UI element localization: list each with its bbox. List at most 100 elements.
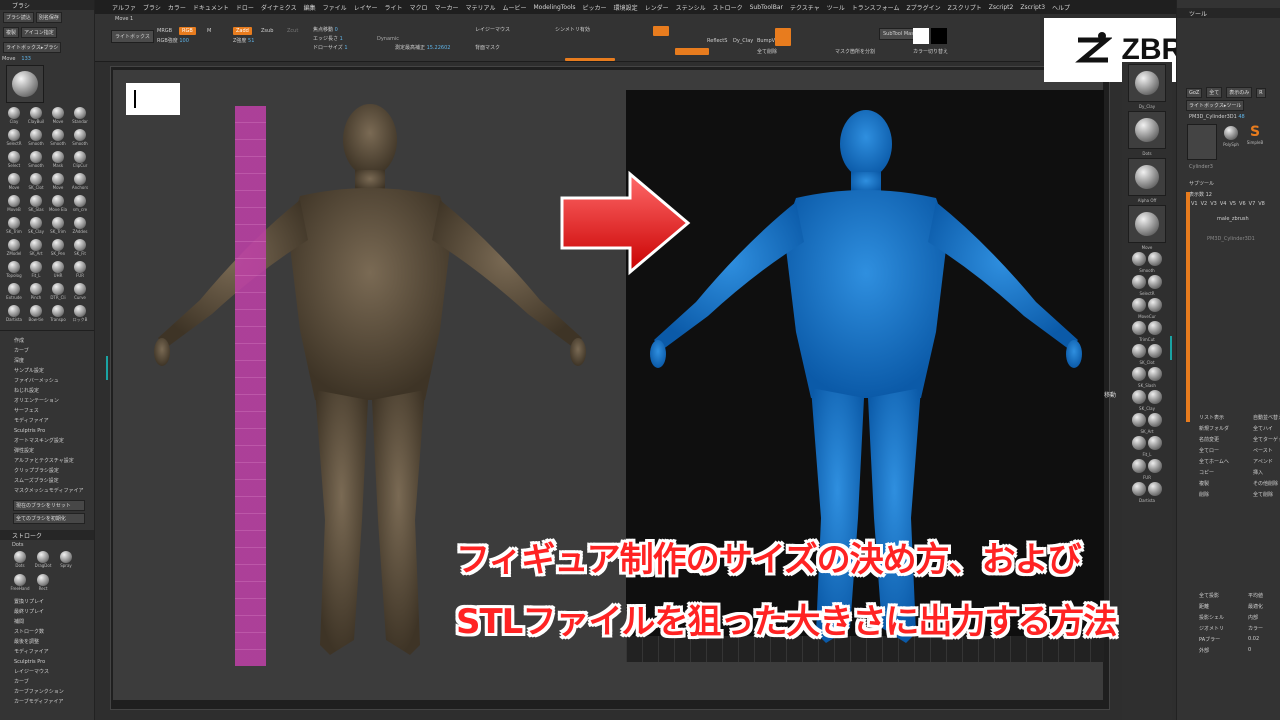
- subtool-bottom-left[interactable]: PAブラー: [1187, 634, 1236, 645]
- right-brush-small[interactable]: [1132, 413, 1146, 427]
- subtool-action-right[interactable]: 全て削除: [1241, 489, 1280, 500]
- menu-item[interactable]: アルファ: [112, 3, 136, 12]
- menu-item[interactable]: Zプラグイン: [906, 3, 940, 12]
- right-brush-small[interactable]: [1132, 321, 1146, 335]
- subtool-action-right[interactable]: 挿入: [1241, 467, 1280, 478]
- orange-tool-button[interactable]: [775, 28, 791, 46]
- menu-item[interactable]: SubToolBar: [750, 4, 783, 11]
- tool-thumb-cylinder[interactable]: [1187, 124, 1217, 160]
- stroke-submenu-item[interactable]: レイジーマウス: [14, 667, 94, 677]
- right-brush-small[interactable]: [1132, 298, 1146, 312]
- brush-item[interactable]: Dartista: [4, 305, 24, 325]
- right-brush-small[interactable]: [1132, 436, 1146, 450]
- clone-brush-button[interactable]: 複製: [3, 27, 20, 38]
- stroke-palette-header[interactable]: ストローク: [0, 530, 94, 540]
- brush-item[interactable]: Select: [4, 151, 24, 171]
- current-brush-thumbnail[interactable]: [6, 65, 44, 103]
- right-brush-small[interactable]: [1132, 344, 1146, 358]
- brush-item[interactable]: MoveB: [4, 195, 24, 215]
- menu-item[interactable]: ModelingTools: [533, 4, 575, 11]
- set-icon-button[interactable]: アイコン指定: [21, 27, 57, 38]
- brush-submenu-item[interactable]: 作成: [14, 336, 94, 346]
- subtool-bottom-right[interactable]: 内部: [1236, 612, 1275, 623]
- right-brush-small[interactable]: [1148, 436, 1162, 450]
- black-swatch[interactable]: [931, 28, 947, 44]
- right-brush-small[interactable]: [1132, 275, 1146, 289]
- right-brush-small[interactable]: [1148, 413, 1162, 427]
- right-brush-small[interactable]: [1148, 459, 1162, 473]
- subtool-action-right[interactable]: 自動並べ替え: [1241, 412, 1280, 423]
- subtool-scrollbar[interactable]: [1186, 192, 1190, 422]
- subtool-action-left[interactable]: 全てホームへ: [1187, 456, 1241, 467]
- menu-item[interactable]: ストローク: [713, 3, 743, 12]
- brush-item[interactable]: ZAddes: [70, 217, 90, 237]
- lightbox-brush-button[interactable]: ライトボックス▸ブラシ: [3, 42, 62, 53]
- menu-item[interactable]: ドロー: [236, 3, 254, 12]
- brush-item[interactable]: Mask: [48, 151, 68, 171]
- draw-size-slider[interactable]: ドローサイズ 1: [313, 44, 348, 51]
- brush-item[interactable]: SK_Fit: [70, 239, 90, 259]
- stroke-type-item[interactable]: Rect: [33, 574, 53, 594]
- right-brush-thumb[interactable]: [1128, 205, 1166, 243]
- menu-item[interactable]: レイヤー: [354, 3, 378, 12]
- subtool-v-tab[interactable]: V4: [1220, 201, 1227, 207]
- brush-item[interactable]: SK_Trim: [4, 217, 24, 237]
- brush-item[interactable]: Transpo: [48, 305, 68, 325]
- brush-submenu-item[interactable]: アルファとテクスチャ設定: [14, 456, 94, 466]
- menu-item[interactable]: マテリアル: [466, 3, 496, 12]
- brush-palette-header[interactable]: ブラシ: [0, 0, 94, 10]
- stroke-submenu-item[interactable]: 最終リプレイ: [14, 607, 94, 617]
- menu-item[interactable]: 編集: [304, 3, 316, 12]
- right-brush-thumb[interactable]: [1128, 111, 1166, 149]
- brush-submenu-item[interactable]: オートマスキング設定: [14, 436, 94, 446]
- rgb-button[interactable]: RGB: [179, 27, 196, 35]
- brush-item[interactable]: Curve: [70, 283, 90, 303]
- menu-item[interactable]: Zscript2: [989, 4, 1014, 11]
- right-brush-small[interactable]: [1148, 275, 1162, 289]
- brush-item[interactable]: Bow-tie: [26, 305, 46, 325]
- edge-length-slider[interactable]: エッジ長さ 1: [313, 35, 343, 42]
- stroke-submenu-item[interactable]: Sculptris Pro: [14, 657, 94, 667]
- menu-item[interactable]: Zscript3: [1020, 4, 1045, 11]
- stroke-submenu-item[interactable]: カーブ: [14, 677, 94, 687]
- brush-item[interactable]: SK_Slas: [26, 195, 46, 215]
- brush-item[interactable]: ロックB: [70, 305, 90, 325]
- stroke-type-item[interactable]: Spray: [56, 551, 76, 571]
- brush-item[interactable]: SK_Clay: [26, 217, 46, 237]
- brush-item[interactable]: Smooth: [48, 129, 68, 149]
- right-brush-thumb[interactable]: [1128, 64, 1166, 102]
- brush-submenu-item[interactable]: 弾性設定: [14, 446, 94, 456]
- right-brush-small[interactable]: [1148, 298, 1162, 312]
- menu-item[interactable]: ダイナミクス: [261, 3, 297, 12]
- reflect-label[interactable]: ReflectS: [707, 38, 727, 44]
- orange-toggle-2[interactable]: [675, 48, 709, 55]
- stroke-submenu-item[interactable]: ストローク数: [14, 627, 94, 637]
- subtool-v-tab[interactable]: V5: [1229, 201, 1236, 207]
- focal-shift-slider[interactable]: 焦点移動 0: [313, 26, 338, 33]
- menu-item[interactable]: ブラシ: [143, 3, 161, 12]
- brush-item[interactable]: Smooth: [26, 129, 46, 149]
- menu-item[interactable]: ピッカー: [583, 3, 607, 12]
- subtool-action-right[interactable]: 全てハイ: [1241, 423, 1280, 434]
- right-brush-small[interactable]: [1132, 459, 1146, 473]
- mask-split-button[interactable]: マスク箇所を分割: [835, 48, 875, 55]
- stroke-type-item[interactable]: DragDot: [33, 551, 53, 571]
- subtool-bottom-left[interactable]: ジオメトリ: [1187, 623, 1236, 634]
- menu-item[interactable]: Zスクリプト: [948, 3, 982, 12]
- subtool-action-left[interactable]: コピー: [1187, 467, 1241, 478]
- brush-item[interactable]: Move: [48, 173, 68, 193]
- all-button[interactable]: 全て: [1206, 87, 1223, 98]
- brush-submenu-item[interactable]: クリップブラシ設定: [14, 466, 94, 476]
- mrgb-label[interactable]: MRGB: [157, 28, 172, 34]
- right-brush-small[interactable]: [1148, 321, 1162, 335]
- subtool-action-left[interactable]: リスト表示: [1187, 412, 1241, 423]
- right-brush-small[interactable]: [1132, 390, 1146, 404]
- orange-toggle-1[interactable]: [653, 26, 669, 36]
- stroke-submenu-item[interactable]: 補間: [14, 617, 94, 627]
- zsub-button[interactable]: Zsub: [261, 28, 273, 34]
- brush-item[interactable]: SK_Pen: [48, 239, 68, 259]
- stroke-submenu-item[interactable]: モディファイア: [14, 647, 94, 657]
- brush-submenu-item[interactable]: Sculptris Pro: [14, 426, 94, 436]
- subtool-bottom-left[interactable]: 距離: [1187, 601, 1236, 612]
- brush-item[interactable]: Clay: [4, 107, 24, 127]
